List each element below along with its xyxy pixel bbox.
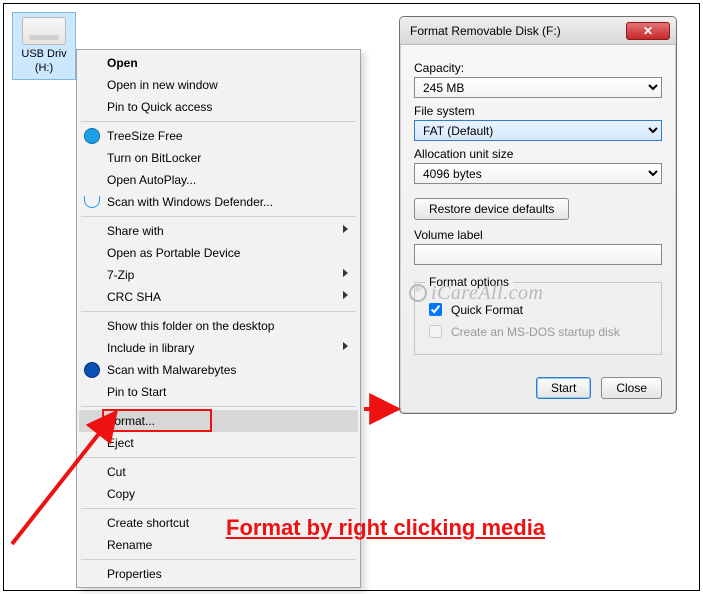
menu-item-label: Cut bbox=[107, 465, 126, 479]
menu-separator bbox=[81, 311, 356, 312]
menu-item[interactable]: Open as Portable Device bbox=[79, 242, 358, 264]
menu-separator bbox=[81, 508, 356, 509]
menu-item[interactable]: Format... bbox=[79, 410, 358, 432]
close-button[interactable]: Close bbox=[601, 377, 662, 399]
menu-item-label: Show this folder on the desktop bbox=[107, 319, 274, 333]
menu-item-label: Include in library bbox=[107, 341, 194, 355]
filesystem-select[interactable]: FAT (Default) bbox=[414, 120, 662, 141]
menu-item-label: Copy bbox=[107, 487, 135, 501]
menu-item-label: Share with bbox=[107, 224, 164, 238]
format-options-legend: Format options bbox=[425, 275, 513, 289]
menu-item-label: TreeSize Free bbox=[107, 129, 183, 143]
format-dialog: Format Removable Disk (F:) ✕ Capacity: 2… bbox=[399, 16, 677, 414]
drive-label-line2: (H:) bbox=[15, 61, 73, 75]
menu-item-label: CRC SHA bbox=[107, 290, 161, 304]
menu-separator bbox=[81, 559, 356, 560]
menu-item[interactable]: Properties bbox=[79, 563, 358, 585]
chevron-right-icon bbox=[343, 291, 348, 299]
menu-separator bbox=[81, 457, 356, 458]
msdos-checkbox bbox=[429, 325, 442, 338]
allocunit-label: Allocation unit size bbox=[414, 147, 662, 161]
volume-label-input[interactable] bbox=[414, 244, 662, 265]
close-icon[interactable]: ✕ bbox=[626, 22, 670, 40]
defender-icon bbox=[84, 196, 100, 208]
menu-item-label: 7-Zip bbox=[107, 268, 134, 282]
drive-icon bbox=[22, 17, 66, 45]
menu-separator bbox=[81, 216, 356, 217]
menu-item-label: Scan with Windows Defender... bbox=[107, 195, 273, 209]
menu-item[interactable]: Open in new window bbox=[79, 74, 358, 96]
msdos-option: Create an MS-DOS startup disk bbox=[425, 322, 651, 341]
menu-item-label: Create shortcut bbox=[107, 516, 189, 530]
context-menu: Open Open in new window Pin to Quick acces… bbox=[76, 49, 361, 588]
allocunit-select[interactable]: 4096 bytes bbox=[414, 163, 662, 184]
volume-label-caption: Volume label bbox=[414, 228, 662, 242]
menu-item[interactable]: Show this folder on the desktop bbox=[79, 315, 358, 337]
capacity-label: Capacity: bbox=[414, 61, 662, 75]
chevron-right-icon bbox=[343, 225, 348, 233]
menu-item-label: Open bbox=[107, 56, 138, 70]
chevron-right-icon bbox=[343, 269, 348, 277]
menu-item[interactable]: CRC SHA bbox=[79, 286, 358, 308]
dialog-title: Format Removable Disk (F:) bbox=[410, 24, 561, 38]
malware-icon bbox=[84, 362, 100, 378]
menu-item[interactable]: Turn on BitLocker bbox=[79, 147, 358, 169]
menu-item[interactable]: TreeSize Free bbox=[79, 125, 358, 147]
menu-item-label: Open in new window bbox=[107, 78, 218, 92]
menu-item[interactable]: Include in library bbox=[79, 337, 358, 359]
quick-format-option[interactable]: Quick Format bbox=[425, 300, 651, 319]
treesize-icon bbox=[84, 128, 100, 144]
menu-item-label: Open AutoPlay... bbox=[107, 173, 196, 187]
menu-item[interactable]: Share with bbox=[79, 220, 358, 242]
menu-item-label: Turn on BitLocker bbox=[107, 151, 201, 165]
menu-item[interactable]: Cut bbox=[79, 461, 358, 483]
menu-separator bbox=[81, 121, 356, 122]
quick-format-label: Quick Format bbox=[451, 303, 523, 317]
menu-item-label: Eject bbox=[107, 436, 134, 450]
restore-defaults-button[interactable]: Restore device defaults bbox=[414, 198, 569, 220]
menu-item-label: Pin to Quick access bbox=[107, 100, 212, 114]
menu-item[interactable]: Pin to Quick access bbox=[79, 96, 358, 118]
menu-item[interactable]: Pin to Start bbox=[79, 381, 358, 403]
menu-item-label: Rename bbox=[107, 538, 152, 552]
usb-drive-icon[interactable]: USB Driv (H:) bbox=[12, 12, 76, 80]
menu-item[interactable]: Scan with Windows Defender... bbox=[79, 191, 358, 213]
msdos-label: Create an MS-DOS startup disk bbox=[451, 325, 620, 339]
dialog-titlebar[interactable]: Format Removable Disk (F:) ✕ bbox=[400, 17, 676, 45]
menu-item-label: Pin to Start bbox=[107, 385, 166, 399]
chevron-right-icon bbox=[343, 342, 348, 350]
menu-item[interactable]: Copy bbox=[79, 483, 358, 505]
menu-item-label: Scan with Malwarebytes bbox=[107, 363, 236, 377]
drive-label-line1: USB Driv bbox=[15, 47, 73, 61]
menu-item[interactable]: Scan with Malwarebytes bbox=[79, 359, 358, 381]
menu-item-label: Properties bbox=[107, 567, 162, 581]
annotation-caption: Format by right clicking media bbox=[226, 515, 545, 541]
menu-item[interactable]: Open AutoPlay... bbox=[79, 169, 358, 191]
menu-item-label: Format... bbox=[107, 414, 155, 428]
capacity-select[interactable]: 245 MB bbox=[414, 77, 662, 98]
menu-item[interactable]: 7-Zip bbox=[79, 264, 358, 286]
menu-item[interactable]: Eject bbox=[79, 432, 358, 454]
quick-format-checkbox[interactable] bbox=[429, 303, 442, 316]
menu-item-label: Open as Portable Device bbox=[107, 246, 240, 260]
format-options-group: Format options Quick Format Create an MS… bbox=[414, 275, 662, 355]
start-button[interactable]: Start bbox=[536, 377, 591, 399]
menu-separator bbox=[81, 406, 356, 407]
filesystem-label: File system bbox=[414, 104, 662, 118]
menu-item[interactable]: Open bbox=[79, 52, 358, 74]
